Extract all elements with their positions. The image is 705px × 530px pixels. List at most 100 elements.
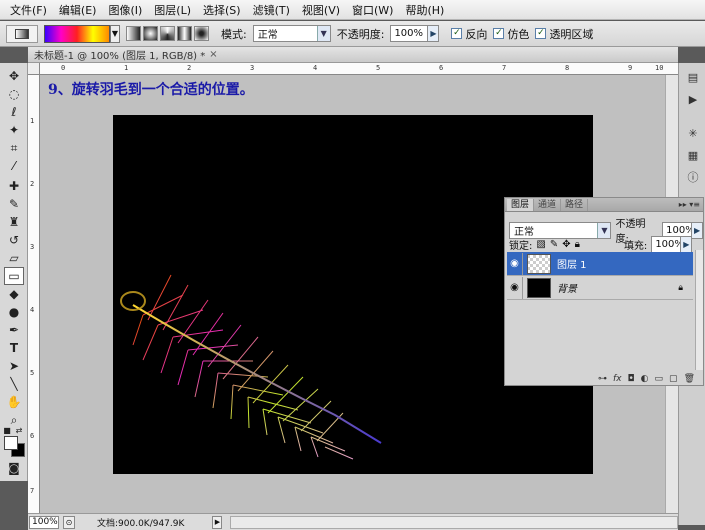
diamond-gradient-icon[interactable] <box>194 26 209 41</box>
actions-panel-icon[interactable]: ▶ <box>684 91 702 107</box>
radial-gradient-icon[interactable] <box>143 26 158 41</box>
reflected-gradient-icon[interactable] <box>177 26 192 41</box>
checkmark-icon: ✓ <box>451 28 463 39</box>
clone-stamp-tool-icon[interactable]: ♜ <box>4 213 24 231</box>
gradient-tool-icon[interactable]: ▭ <box>4 267 24 285</box>
gradient-swatch[interactable] <box>44 24 110 43</box>
history-brush-tool-icon[interactable]: ↺ <box>4 231 24 249</box>
eye-icon[interactable]: ◉ <box>507 276 523 299</box>
reverse-checkbox[interactable]: ✓ 反向 <box>451 26 487 42</box>
document-tab[interactable]: 未标题-1 @ 100% (图层 1, RGB/8) * × <box>28 47 678 63</box>
history-panel-icon[interactable]: ▤ <box>684 69 702 85</box>
menu-edit[interactable]: 编辑(E) <box>53 2 103 18</box>
hand-tool-icon[interactable]: ✋ <box>4 393 24 411</box>
gradient-dropdown-button[interactable]: ▼ <box>110 24 120 43</box>
opacity-slider-button[interactable]: ▶ <box>427 25 440 42</box>
options-bar: ▼ 模式: 正常 ▼ 不透明度: 100% ▶ ✓ 反向 ✓ 仿色 ✓ 透明区域 <box>0 21 705 47</box>
layer-row-layer1[interactable]: ◉ 图层 1 <box>507 252 693 276</box>
new-group-icon[interactable]: ▭ <box>655 374 664 384</box>
close-icon[interactable]: × <box>209 49 217 60</box>
ruler-h-label: 7 <box>502 64 507 72</box>
lock-transparency-icon[interactable]: ▧ <box>536 239 545 250</box>
layer-name: 背景 <box>557 284 577 295</box>
panel-menu-icon[interactable]: ▸▸ ▾≡ <box>679 199 703 211</box>
layer-mask-icon[interactable]: ◘ <box>628 374 635 384</box>
fill-label: 填充: <box>623 241 648 252</box>
lock-all-icon[interactable]: 🔒︎ <box>575 239 580 250</box>
ruler-v-label: 3 <box>30 243 35 251</box>
path-selection-tool-icon[interactable]: ➤ <box>4 357 24 375</box>
layer-opacity-slider-button[interactable]: ▶ <box>691 221 703 239</box>
lock-icon: 🔒︎ <box>678 282 683 293</box>
status-menu-button[interactable]: ▶ <box>212 515 223 529</box>
tab-paths[interactable]: 路径 <box>561 199 589 211</box>
layers-panel-footer: ⊶ fx ◘ ◐ ▭ ▢ 🗑︎ <box>505 372 703 386</box>
opacity-input[interactable]: 100% <box>390 25 429 42</box>
dither-label: 仿色 <box>507 27 530 41</box>
blur-tool-icon[interactable]: ◆ <box>4 285 24 303</box>
layer-row-background[interactable]: ◉ 背景 🔒︎ <box>507 276 693 300</box>
layers-scrollbar[interactable] <box>695 250 703 370</box>
dither-checkbox[interactable]: ✓ 仿色 <box>493 26 529 42</box>
menu-file[interactable]: 文件(F) <box>4 2 53 18</box>
mode-select[interactable]: 正常 ▼ <box>252 25 331 42</box>
layer-thumbnail <box>527 253 551 274</box>
layer-style-icon[interactable]: fx <box>613 374 622 384</box>
angle-gradient-icon[interactable] <box>160 26 175 41</box>
pen-tool-icon[interactable]: ✒ <box>4 321 24 339</box>
brush-tool-icon[interactable]: ✎ <box>4 195 24 213</box>
menu-help[interactable]: 帮助(H) <box>399 2 450 18</box>
ruler-corner <box>28 63 40 75</box>
magic-wand-tool-icon[interactable]: ✦ <box>4 121 24 139</box>
new-layer-icon[interactable]: ▢ <box>669 374 678 384</box>
eraser-tool-icon[interactable]: ▱ <box>4 249 24 267</box>
link-layers-icon[interactable]: ⊶ <box>598 374 607 384</box>
ruler-h-label: 5 <box>376 64 381 72</box>
vertical-ruler: 1 2 3 4 5 6 7 <box>28 75 40 513</box>
ruler-v-label: 4 <box>30 306 35 314</box>
menu-layer[interactable]: 图层(L) <box>148 2 197 18</box>
menu-filter[interactable]: 滤镜(T) <box>247 2 296 18</box>
menu-window[interactable]: 窗口(W) <box>346 2 399 18</box>
fill-slider-button[interactable]: ▶ <box>680 236 693 253</box>
chevron-down-icon: ▼ <box>316 26 330 41</box>
horizontal-scrollbar[interactable] <box>230 515 678 529</box>
gradient-tool-icon <box>15 28 29 39</box>
ruler-h-label: 9 <box>628 64 633 72</box>
transparency-checkbox[interactable]: ✓ 透明区域 <box>535 26 593 42</box>
move-tool-icon[interactable]: ✥ <box>4 67 24 85</box>
lock-image-icon[interactable]: ✎ <box>550 239 558 250</box>
document-size: 文档:900.0K/947.9K <box>97 518 185 529</box>
lasso-tool-icon[interactable]: ℓ <box>4 103 24 121</box>
info-panel-icon[interactable]: ⓘ <box>684 169 702 185</box>
healing-brush-tool-icon[interactable]: ✚ <box>4 177 24 195</box>
quick-mask-icon[interactable]: ◙ <box>4 459 24 477</box>
type-tool-icon[interactable]: T <box>4 339 24 357</box>
histogram-panel-icon[interactable]: ▦ <box>684 147 702 163</box>
eye-icon[interactable]: ◉ <box>507 252 523 275</box>
lock-position-icon[interactable]: ✥ <box>562 239 570 250</box>
linear-gradient-icon[interactable] <box>126 26 141 41</box>
tool-preset-picker[interactable] <box>6 24 38 43</box>
fill-input[interactable]: 100% <box>651 236 684 253</box>
navigator-panel-icon[interactable]: ✳ <box>684 125 702 141</box>
menu-select[interactable]: 选择(S) <box>197 2 247 18</box>
menu-view[interactable]: 视图(V) <box>296 2 346 18</box>
eyedropper-tool-icon[interactable]: ⁄ <box>4 157 24 175</box>
line-tool-icon[interactable]: ╲ <box>4 375 24 393</box>
delete-layer-icon[interactable]: 🗑︎ <box>684 374 695 384</box>
ruler-h-label: 1 <box>124 64 129 72</box>
crop-tool-icon[interactable]: ⌗ <box>4 139 24 157</box>
instruction-caption: 9、旋转羽毛到一个合适的位置。 <box>48 82 254 98</box>
foreground-color-swatch[interactable] <box>4 436 18 450</box>
tab-layers[interactable]: 图层 <box>507 199 535 211</box>
adjustment-layer-icon[interactable]: ◐ <box>641 374 649 384</box>
preview-icon[interactable]: ⊙ <box>63 515 75 529</box>
triangle-right-icon: ▶ <box>694 225 701 235</box>
ruler-v-label: 2 <box>30 180 35 188</box>
tab-channels[interactable]: 通道 <box>534 199 562 211</box>
dodge-tool-icon[interactable]: ● <box>4 303 24 321</box>
marquee-tool-icon[interactable]: ◌ <box>4 85 24 103</box>
menu-image[interactable]: 图像(I) <box>102 2 148 18</box>
zoom-input[interactable]: 100% <box>29 515 59 529</box>
